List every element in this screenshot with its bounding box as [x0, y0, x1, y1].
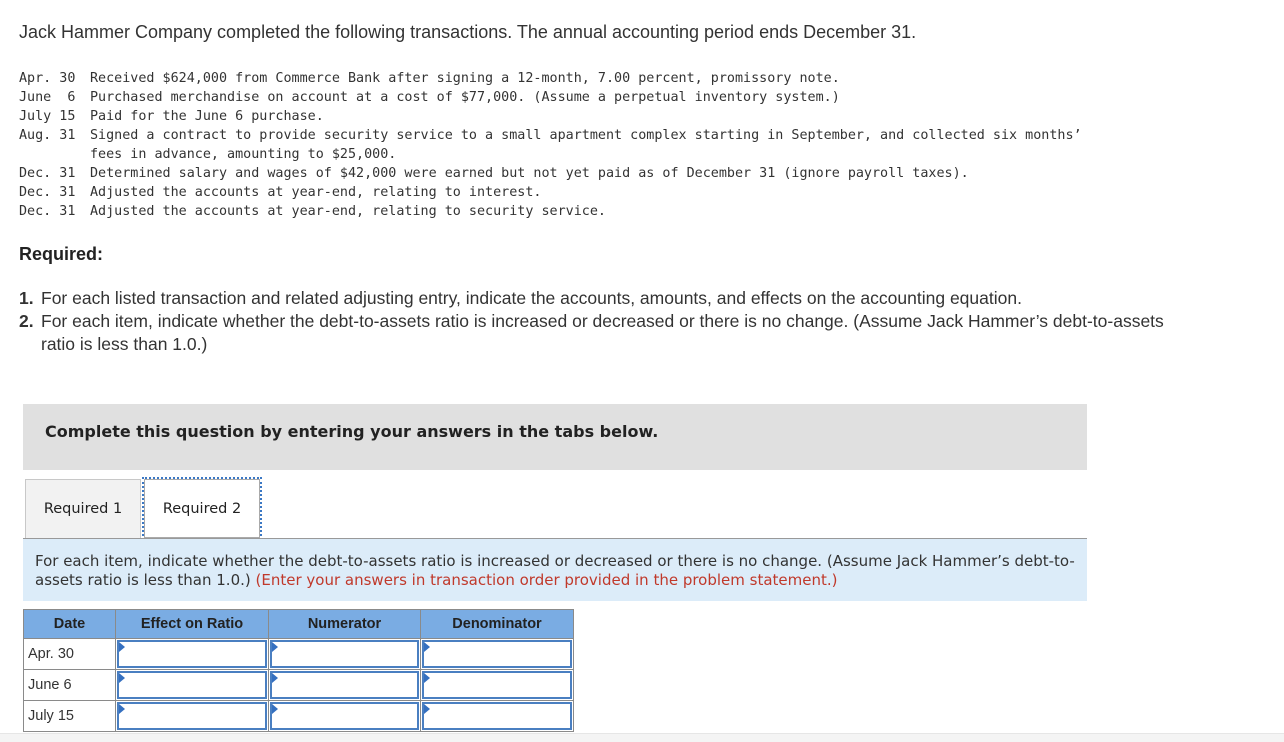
requirement-text: For each item, indicate whether the debt… [41, 311, 1164, 354]
requirements-list: 1. For each listed transaction and relate… [19, 287, 1199, 356]
transaction-text: Adjusted the accounts at year-end, relat… [90, 204, 606, 219]
numerator-dropdown[interactable] [270, 702, 419, 730]
table-header-row: Date Effect on Ratio Numerator Denominat… [23, 609, 574, 639]
instruction-banner: Complete this question by entering your … [23, 404, 1087, 470]
header-date: Date [23, 609, 116, 639]
table-row: Apr. 30 [23, 638, 574, 670]
transaction-row: fees in advance, amounting to $25,000. [19, 145, 1082, 164]
header-denominator: Denominator [420, 609, 574, 639]
denominator-dropdown[interactable] [422, 671, 572, 699]
transaction-row: Apr. 30 Received $624,000 from Commerce B… [19, 69, 1082, 88]
denominator-dropdown[interactable] [422, 702, 572, 730]
transaction-text: Determined salary and wages of $42,000 w… [90, 166, 969, 181]
required-heading: Required: [19, 244, 104, 264]
transaction-text: Signed a contract to provide security se… [90, 128, 1082, 143]
transaction-date: Dec. 31 [19, 185, 76, 200]
requirement-item: 1. For each listed transaction and relate… [19, 287, 1199, 310]
header-numerator: Numerator [268, 609, 421, 639]
problem-intro: Jack Hammer Company completed the follow… [19, 22, 917, 42]
effect-dropdown[interactable] [117, 640, 267, 668]
effect-dropdown[interactable] [117, 671, 267, 699]
transaction-row: June 6 Purchased merchandise on account a… [19, 88, 1082, 107]
transaction-row: Dec. 31 Adjusted the accounts at year-end… [19, 202, 1082, 221]
transaction-row: Aug. 31 Signed a contract to provide secu… [19, 126, 1082, 145]
transaction-date: June 6 [19, 90, 76, 105]
transaction-date: July 15 [19, 109, 76, 124]
tab-instructions: For each item, indicate whether the debt… [23, 539, 1087, 601]
transaction-text: Paid for the June 6 purchase. [90, 109, 324, 124]
transaction-row: Dec. 31 Determined salary and wages of $4… [19, 164, 1082, 183]
numerator-dropdown[interactable] [270, 671, 419, 699]
transaction-text: Purchased merchandise on account at a co… [90, 90, 840, 105]
transaction-date [19, 145, 90, 164]
row-date: July 15 [23, 700, 116, 732]
transaction-date: Dec. 31 [19, 166, 76, 181]
requirement-item: 2. For each item, indicate whether the de… [19, 310, 1199, 356]
denominator-dropdown[interactable] [422, 640, 572, 668]
table-row: June 6 [23, 669, 574, 701]
tab-required-2[interactable]: Required 2 [142, 477, 262, 540]
requirement-number: 1. [19, 288, 34, 308]
row-date: June 6 [23, 669, 116, 701]
transaction-date: Apr. 30 [19, 71, 76, 86]
transaction-text: Received $624,000 from Commerce Bank aft… [90, 71, 840, 86]
transaction-text: Adjusted the accounts at year-end, relat… [90, 185, 542, 200]
transaction-text: fees in advance, amounting to $25,000. [90, 147, 397, 162]
row-date: Apr. 30 [23, 638, 116, 670]
tab-required-1[interactable]: Required 1 [25, 479, 141, 538]
transaction-list: Apr. 30 Received $624,000 from Commerce B… [19, 69, 1082, 221]
ratio-table: Date Effect on Ratio Numerator Denominat… [23, 609, 574, 732]
requirement-number: 2. [19, 311, 34, 331]
transaction-row: Dec. 31 Adjusted the accounts at year-end… [19, 183, 1082, 202]
table-row: July 15 [23, 700, 574, 732]
transaction-date: Dec. 31 [19, 204, 76, 219]
transaction-date: Aug. 31 [19, 128, 76, 143]
numerator-dropdown[interactable] [270, 640, 419, 668]
header-effect-on-ratio: Effect on Ratio [115, 609, 269, 639]
banner-text: Complete this question by entering your … [45, 422, 659, 441]
effect-dropdown[interactable] [117, 702, 267, 730]
requirement-text: For each listed transaction and related … [41, 288, 1022, 308]
transaction-row: July 15 Paid for the June 6 purchase. [19, 107, 1082, 126]
instructions-note: (Enter your answers in transaction order… [255, 571, 838, 589]
